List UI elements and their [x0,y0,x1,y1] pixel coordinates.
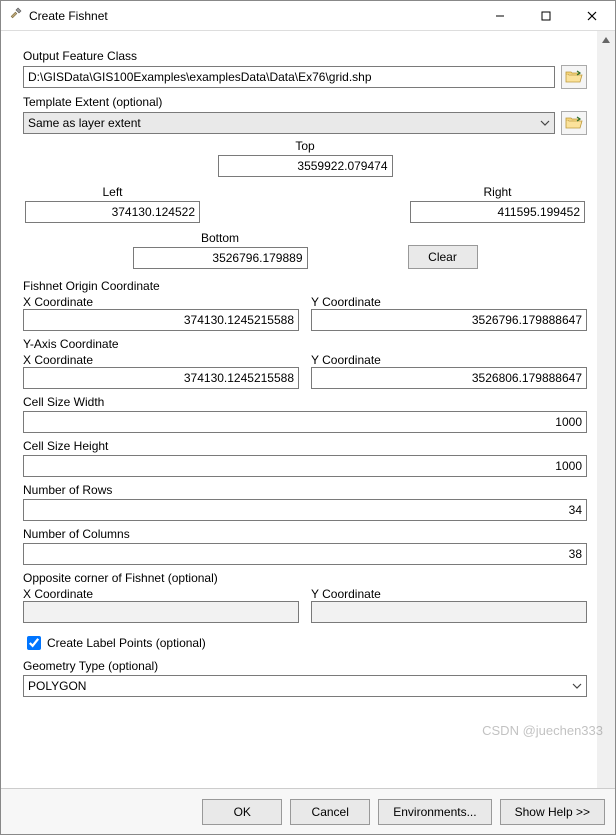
cell-height-input[interactable] [23,455,587,477]
maximize-button[interactable] [523,1,569,31]
chevron-down-icon [572,679,582,696]
extent-left-label: Left [25,185,200,199]
form-panel: Output Feature Class Template Extent (op… [1,31,597,788]
num-rows-input[interactable] [23,499,587,521]
cell-width-input[interactable] [23,411,587,433]
extent-bottom-label: Bottom [133,231,308,245]
yaxis-x-label: X Coordinate [23,353,299,367]
scroll-track[interactable] [597,49,615,788]
output-feature-class-label: Output Feature Class [23,49,587,63]
geometry-type-value: POLYGON [28,679,86,693]
titlebar: Create Fishnet [1,1,615,31]
environments-button[interactable]: Environments... [378,799,491,825]
window-title: Create Fishnet [29,9,108,23]
origin-y-input[interactable] [311,309,587,331]
extent-bottom-input[interactable] [133,247,308,269]
num-rows-label: Number of Rows [23,483,587,497]
cell-width-label: Cell Size Width [23,395,587,409]
folder-open-icon [565,70,583,84]
opposite-x-label: X Coordinate [23,587,299,601]
yaxis-y-input[interactable] [311,367,587,389]
geometry-type-label: Geometry Type (optional) [23,659,587,673]
origin-heading: Fishnet Origin Coordinate [23,279,587,293]
opposite-y-input[interactable] [311,601,587,623]
num-cols-label: Number of Columns [23,527,587,541]
opposite-y-label: Y Coordinate [311,587,587,601]
clear-extent-button[interactable]: Clear [408,245,478,269]
geometry-type-select[interactable]: POLYGON [23,675,587,697]
yaxis-x-input[interactable] [23,367,299,389]
opposite-heading: Opposite corner of Fishnet (optional) [23,571,587,585]
output-feature-class-input[interactable] [23,66,555,88]
hammer-icon [9,7,23,24]
extent-top-input[interactable] [218,155,393,177]
show-help-button[interactable]: Show Help >> [500,799,605,825]
extent-right-input[interactable] [410,201,585,223]
origin-x-label: X Coordinate [23,295,299,309]
num-cols-input[interactable] [23,543,587,565]
chevron-down-icon [540,116,550,133]
label-points-checkbox[interactable] [27,636,41,650]
browse-output-button[interactable] [561,65,587,89]
template-extent-value: Same as layer extent [28,116,141,130]
ok-button[interactable]: OK [202,799,282,825]
extent-top-label: Top [218,139,393,153]
origin-x-input[interactable] [23,309,299,331]
origin-y-label: Y Coordinate [311,295,587,309]
label-points-label[interactable]: Create Label Points (optional) [47,636,206,650]
extent-right-label: Right [410,185,585,199]
close-button[interactable] [569,1,615,31]
template-extent-label: Template Extent (optional) [23,95,587,109]
cell-height-label: Cell Size Height [23,439,587,453]
scroll-up-icon[interactable] [597,31,615,49]
opposite-x-input[interactable] [23,601,299,623]
template-extent-select[interactable]: Same as layer extent [23,112,555,134]
browse-extent-button[interactable] [561,111,587,135]
yaxis-y-label: Y Coordinate [311,353,587,367]
vertical-scrollbar[interactable] [597,31,615,788]
yaxis-heading: Y-Axis Coordinate [23,337,587,351]
minimize-button[interactable] [477,1,523,31]
extent-left-input[interactable] [25,201,200,223]
cancel-button[interactable]: Cancel [290,799,370,825]
dialog-button-bar: OK Cancel Environments... Show Help >> [1,788,615,834]
folder-open-icon [565,116,583,130]
